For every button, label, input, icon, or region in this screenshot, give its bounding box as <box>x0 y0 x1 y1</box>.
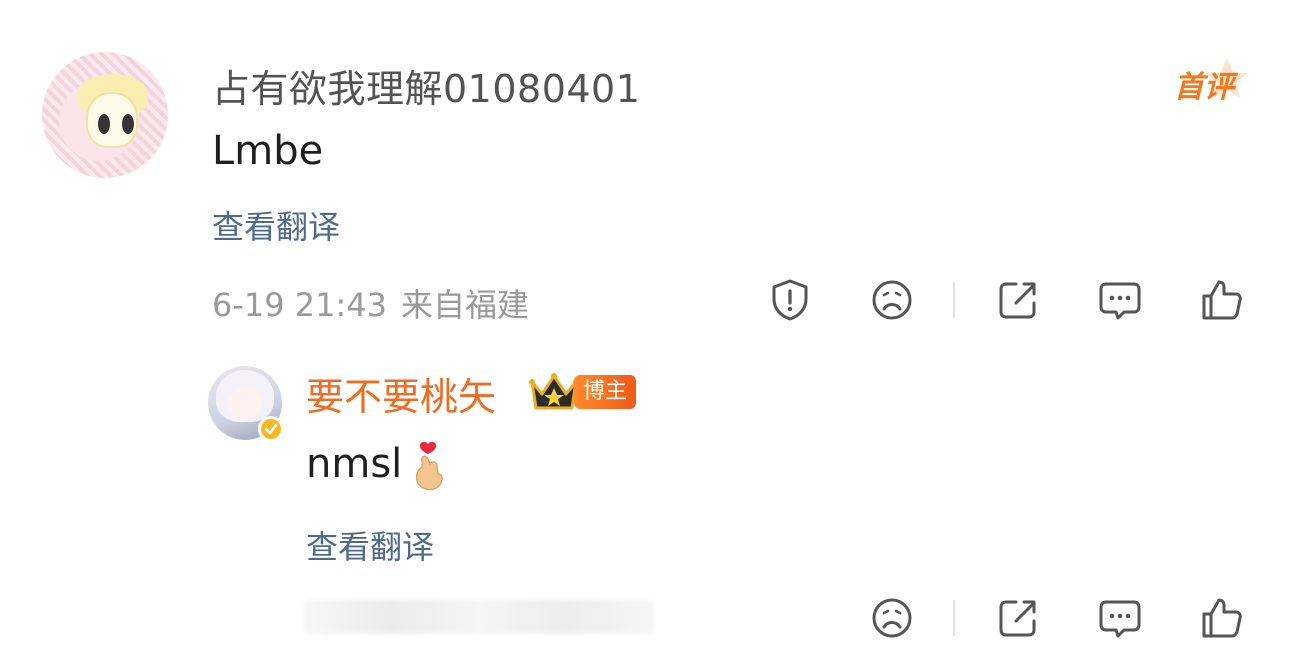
shield-alert-icon <box>772 279 808 321</box>
share-icon <box>999 282 1036 319</box>
first-comment-badge: 首评 <box>1170 56 1250 106</box>
blogger-badge: 博主 <box>574 375 636 409</box>
first-comment-badge-label: 首评 <box>1174 70 1234 105</box>
sad-face-icon <box>872 280 912 320</box>
sad-face-icon <box>872 598 912 638</box>
comment-text: Lmbe <box>212 128 324 174</box>
replier-username[interactable]: 要不要桃矢 <box>306 366 496 421</box>
comment-meta: 6-19 21:43 来自福建 <box>212 280 543 326</box>
like-button[interactable] <box>1198 276 1246 324</box>
reply-text-row: nmsl <box>306 440 448 492</box>
share-icon <box>999 600 1036 637</box>
commenter-avatar[interactable] <box>42 52 168 178</box>
reply-view-translation-link[interactable]: 查看翻译 <box>306 522 434 568</box>
action-divider <box>953 600 955 636</box>
reply-text: nmsl <box>306 441 403 487</box>
thumbs-up-icon <box>1202 280 1242 320</box>
action-divider <box>953 282 955 318</box>
dislike-button[interactable] <box>868 276 916 324</box>
share-button[interactable] <box>994 276 1042 324</box>
comment-icon <box>1099 282 1141 320</box>
reply-dislike-button[interactable] <box>868 594 916 642</box>
report-button[interactable] <box>766 276 814 324</box>
reply-reply-button[interactable] <box>1096 594 1144 642</box>
finger-heart-emoji <box>408 440 448 492</box>
verified-badge <box>258 416 284 442</box>
commenter-username[interactable]: 占有欲我理解01080401 <box>212 58 640 113</box>
verified-check-icon <box>264 423 278 435</box>
comment-icon <box>1099 600 1141 638</box>
comment-location: 来自福建 <box>401 286 530 324</box>
reply-like-button[interactable] <box>1198 594 1246 642</box>
thumbs-up-icon <box>1202 598 1242 638</box>
view-translation-link[interactable]: 查看翻译 <box>212 202 340 248</box>
reply-share-button[interactable] <box>994 594 1042 642</box>
reply-button[interactable] <box>1096 276 1144 324</box>
crown-icon <box>528 370 580 414</box>
comment-date: 6-19 21:43 <box>212 286 388 324</box>
blurred-metadata <box>304 600 654 634</box>
